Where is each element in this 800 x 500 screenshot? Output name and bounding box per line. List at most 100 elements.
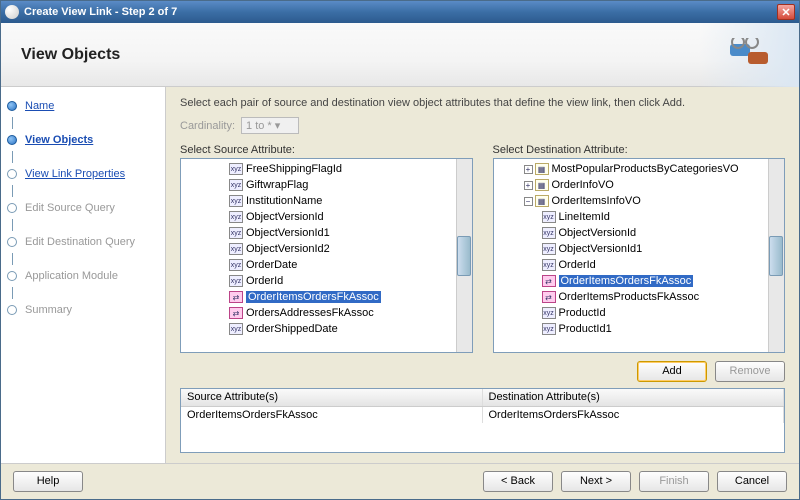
nav-label: View Link Properties (25, 168, 125, 180)
mapping-body: OrderItemsOrdersFkAssocOrderItemsOrdersF… (181, 407, 784, 423)
tree-node[interactable]: OrderItemsProductsFkAssoc (494, 289, 785, 305)
nav-step-edit-source-query: Edit Source Query (7, 197, 159, 219)
tree-node[interactable]: − OrderItemsInfoVO (494, 193, 785, 209)
tree-node[interactable]: OrderItemsOrdersFkAssoc (494, 273, 785, 289)
tree-node[interactable]: OrderId (181, 273, 472, 289)
back-button[interactable]: < Back (483, 471, 553, 492)
dest-tree[interactable]: + MostPopularProductsByCategoriesVO + Order… (493, 158, 786, 353)
nav-step-name[interactable]: Name (7, 95, 159, 117)
assoc-icon (542, 291, 556, 303)
nav-label: Summary (25, 304, 72, 316)
finish-button: Finish (639, 471, 709, 492)
tree-node[interactable]: ObjectVersionId2 (181, 241, 472, 257)
close-button[interactable]: ✕ (777, 4, 795, 20)
nav-step-edit-destination-query: Edit Destination Query (7, 231, 159, 253)
next-button[interactable]: Next > (561, 471, 631, 492)
tree-node-label: MostPopularProductsByCategoriesVO (552, 163, 739, 175)
mapping-row[interactable]: OrderItemsOrdersFkAssocOrderItemsOrdersF… (181, 407, 784, 423)
tree-node-label: ObjectVersionId2 (246, 243, 330, 255)
xyz-icon (542, 211, 556, 223)
step-dot-icon (7, 305, 17, 315)
tree-node[interactable]: OrderShippedDate (181, 321, 472, 337)
content-area: Name View Objects View Link Properties Edit… (1, 87, 799, 463)
source-label: Select Source Attribute: (180, 144, 473, 156)
xyz-icon (229, 243, 243, 255)
expand-icon[interactable]: + (524, 181, 533, 190)
main-panel: Select each pair of source and destinati… (166, 87, 799, 463)
tree-node[interactable]: ProductId1 (494, 321, 785, 337)
expand-icon[interactable]: − (524, 197, 533, 206)
xyz-icon (542, 323, 556, 335)
scroll-thumb[interactable] (457, 236, 471, 276)
xyz-icon (229, 323, 243, 335)
cancel-button[interactable]: Cancel (717, 471, 787, 492)
tree-button-row: Add Remove (180, 361, 785, 382)
xyz-icon (229, 227, 243, 239)
tree-node-label: FreeShippingFlagId (246, 163, 342, 175)
assoc-icon (229, 307, 243, 319)
step-dot-icon (7, 101, 17, 111)
expand-icon[interactable]: + (524, 165, 533, 174)
tree-node-label: OrderItemsOrdersFkAssoc (559, 275, 694, 287)
xyz-icon (229, 195, 243, 207)
nav-label: View Objects (25, 134, 93, 146)
cardinality-label: Cardinality: (180, 120, 235, 132)
mapping-src: OrderItemsOrdersFkAssoc (181, 407, 483, 423)
tree-node[interactable]: InstitutionName (181, 193, 472, 209)
tree-node-label: LineItemId (559, 211, 610, 223)
tree-node-label: OrderId (246, 275, 283, 287)
wizard-footer: Help < Back Next > Finish Cancel (1, 463, 799, 499)
tree-node[interactable]: ObjectVersionId1 (181, 225, 472, 241)
tree-node[interactable]: GiftwrapFlag (181, 177, 472, 193)
scroll-thumb[interactable] (769, 236, 783, 276)
window-title: Create View Link - Step 2 of 7 (24, 6, 777, 18)
dest-label: Select Destination Attribute: (493, 144, 786, 156)
tree-node[interactable]: + MostPopularProductsByCategoriesVO (494, 161, 785, 177)
tree-node-label: OrderItemsOrdersFkAssoc (246, 291, 381, 303)
tree-node[interactable]: ObjectVersionId1 (494, 241, 785, 257)
tree-node-label: OrderInfoVO (552, 179, 614, 191)
nav-label: Application Module (25, 270, 118, 282)
tree-node[interactable]: ObjectVersionId (494, 225, 785, 241)
step-dot-icon (7, 237, 17, 247)
tree-node[interactable]: OrderItemsOrdersFkAssoc (181, 289, 472, 305)
assoc-icon (229, 291, 243, 303)
nav-step-view-link-properties[interactable]: View Link Properties (7, 163, 159, 185)
nav-step-application-module: Application Module (7, 265, 159, 287)
mapping-table: Source Attribute(s) Destination Attribut… (180, 388, 785, 453)
tree-node-label: ProductId (559, 307, 606, 319)
cardinality-row: Cardinality: 1 to * ▾ (180, 117, 785, 134)
tree-node-label: ObjectVersionId (559, 227, 637, 239)
tree-node-label: ObjectVersionId1 (559, 243, 643, 255)
tree-node[interactable]: LineItemId (494, 209, 785, 225)
tree-node[interactable]: OrderId (494, 257, 785, 273)
close-icon: ✕ (781, 6, 790, 19)
source-tree[interactable]: FreeShippingFlagId GiftwrapFlagInstitutio… (180, 158, 473, 353)
cardinality-select[interactable]: 1 to * ▾ (241, 117, 299, 134)
tree-node-label: OrderDate (246, 259, 297, 271)
help-button[interactable]: Help (13, 471, 83, 492)
mapping-header: Source Attribute(s) Destination Attribut… (181, 389, 784, 407)
tree-node-label: ObjectVersionId1 (246, 227, 330, 239)
vo-icon (535, 195, 549, 207)
xyz-icon (542, 307, 556, 319)
scrollbar[interactable] (768, 159, 784, 352)
tree-node-label: OrdersAddressesFkAssoc (246, 307, 374, 319)
col-dest: Destination Attribute(s) (483, 389, 785, 406)
tree-node-label: OrderItemsInfoVO (552, 195, 641, 207)
tree-node[interactable]: OrderDate (181, 257, 472, 273)
tree-node-label: ObjectVersionId (246, 211, 324, 223)
tree-node[interactable]: FreeShippingFlagId (181, 161, 472, 177)
vo-icon (535, 179, 549, 191)
tree-node-label: OrderItemsProductsFkAssoc (559, 291, 700, 303)
xyz-icon (542, 243, 556, 255)
nav-step-view-objects[interactable]: View Objects (7, 129, 159, 151)
add-button[interactable]: Add (637, 361, 707, 382)
tree-node[interactable]: OrdersAddressesFkAssoc (181, 305, 472, 321)
nav-label: Name (25, 100, 54, 112)
tree-node[interactable]: ObjectVersionId (181, 209, 472, 225)
tree-node[interactable]: ProductId (494, 305, 785, 321)
scrollbar[interactable] (456, 159, 472, 352)
tree-node[interactable]: + OrderInfoVO (494, 177, 785, 193)
xyz-icon (229, 259, 243, 271)
